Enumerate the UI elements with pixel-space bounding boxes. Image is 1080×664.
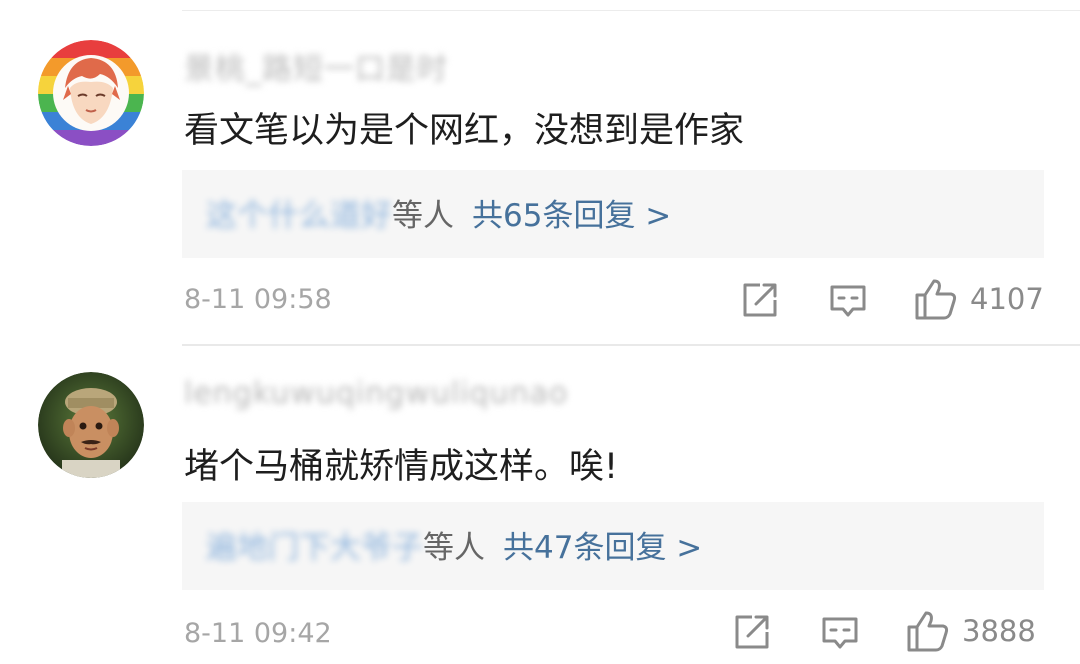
comment-text: 堵个马桶就矫情成这样。唉! — [184, 447, 619, 487]
reply-count-link[interactable]: 共47条回复 > — [503, 530, 702, 566]
reply-count-link[interactable]: 共65条回复 > — [472, 198, 671, 234]
like-count: 3888 — [962, 614, 1036, 648]
share-button[interactable] — [732, 612, 772, 652]
reply-names[interactable]: 遍地门下大爷子 — [206, 522, 423, 567]
comment-icon — [822, 617, 858, 649]
share-icon — [743, 283, 777, 317]
avatar[interactable] — [38, 40, 144, 146]
share-button[interactable] — [740, 280, 780, 320]
comment-icon — [830, 285, 866, 317]
comment-item: lengkuwuqingwuliqunao 堵个马桶就矫情成这样。唉! 遍地门下… — [0, 346, 1080, 664]
comment-button[interactable] — [820, 612, 860, 652]
like-count: 4107 — [970, 282, 1044, 316]
reply-preview[interactable]: 这个什么道好等人 共65条回复 > — [182, 170, 1044, 258]
comment-button[interactable] — [828, 280, 868, 320]
comment-text: 看文笔以为是个网红，没想到是作家 — [184, 111, 745, 151]
reply-suffix: 等人 — [392, 198, 454, 234]
thumbs-up-icon — [907, 611, 949, 652]
timestamp: 8-11 09:58 — [184, 284, 332, 315]
timestamp: 8-11 09:42 — [184, 618, 332, 649]
reply-names[interactable]: 这个什么道好 — [206, 190, 392, 235]
avatar[interactable] — [38, 372, 144, 478]
reply-suffix: 等人 — [423, 530, 485, 566]
share-icon — [735, 615, 769, 649]
comment-item: 景桃_路短一口是时 看文笔以为是个网红，没想到是作家 这个什么道好等人 共65条回… — [0, 0, 1080, 344]
reply-preview[interactable]: 遍地门下大爷子等人 共47条回复 > — [182, 502, 1044, 590]
username[interactable]: 景桃_路短一口是时 — [184, 44, 448, 88]
username[interactable]: lengkuwuqingwuliqunao — [184, 376, 568, 411]
thumbs-up-icon — [915, 279, 957, 320]
